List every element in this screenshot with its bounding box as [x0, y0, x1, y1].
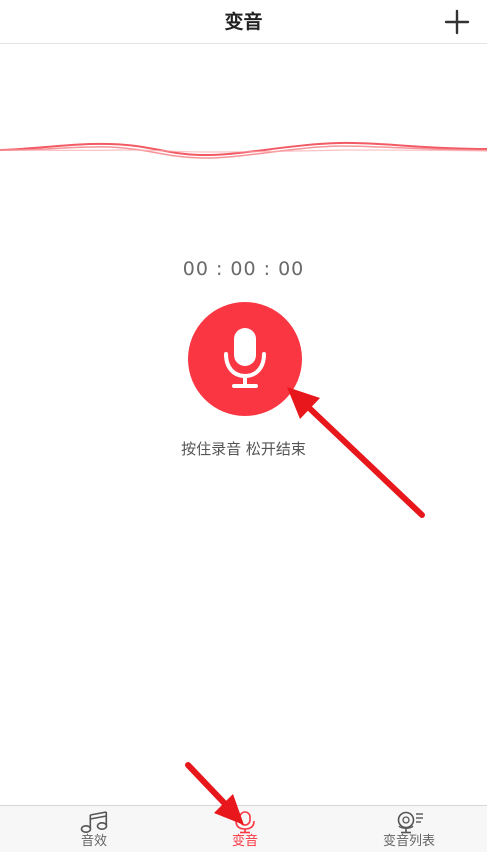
microphone-icon: [224, 328, 266, 388]
tab-sound-effects[interactable]: 音效: [54, 806, 134, 853]
music-note-icon: [80, 811, 108, 834]
tab-label: 变音列表: [382, 834, 435, 849]
add-button[interactable]: [441, 6, 473, 38]
app-header: 变音: [0, 0, 487, 44]
tab-label: 音效: [80, 834, 107, 849]
tab-label: 变音: [231, 834, 258, 849]
record-button[interactable]: [188, 302, 302, 416]
recording-timer: 00 : 00 : 00: [182, 258, 305, 280]
tab-voice-change[interactable]: 变音: [205, 806, 285, 853]
tab-voice-list[interactable]: 变音列表: [363, 806, 455, 853]
bottom-tab-bar: 音效 变音 变音列表: [0, 805, 487, 852]
voice-list-icon: [397, 811, 423, 834]
audio-waveform: [0, 141, 487, 159]
record-hint: 按住录音 松开结束: [181, 440, 306, 458]
microphone-icon: [235, 811, 255, 834]
plus-icon: [444, 9, 470, 35]
page-title: 变音: [224, 11, 263, 33]
